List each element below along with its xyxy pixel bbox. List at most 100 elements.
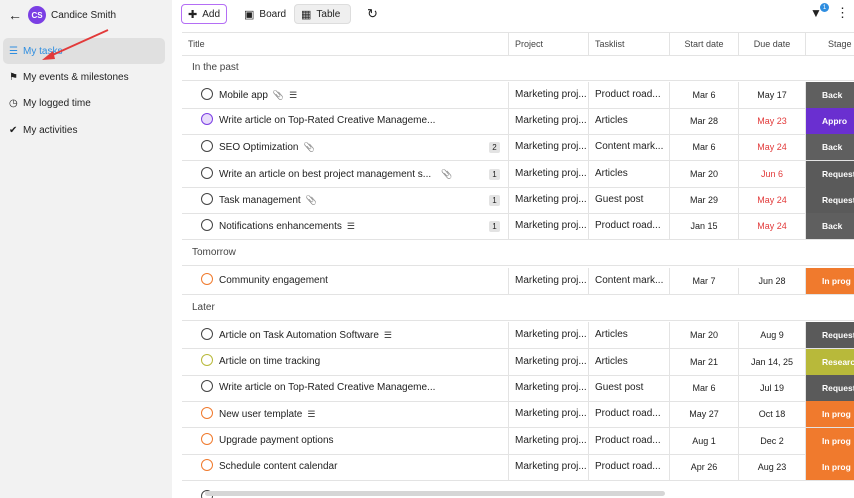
- cell-due-date[interactable]: Jul 19: [739, 375, 806, 401]
- cell-project[interactable]: Marketing proj...: [509, 428, 589, 454]
- cell-stage[interactable]: In prog: [806, 268, 854, 294]
- cell-stage[interactable]: Request: [806, 187, 854, 213]
- table-row[interactable]: New user template ☰ Marketing proj... Produ…: [182, 401, 854, 428]
- sidebar-item-my-activities[interactable]: ✔ My activities: [3, 117, 165, 143]
- cell-title[interactable]: Notifications enhancements ☰: [182, 213, 509, 239]
- task-checkbox[interactable]: [201, 380, 213, 393]
- cell-title[interactable]: Mobile app 📎 ☰: [182, 82, 509, 108]
- cell-project[interactable]: Marketing proj...: [509, 375, 589, 401]
- cell-start-date[interactable]: Mar 28: [670, 108, 739, 134]
- task-title[interactable]: Mobile app: [219, 90, 268, 101]
- cell-stage[interactable]: In prog: [806, 401, 854, 427]
- task-checkbox[interactable]: [201, 113, 213, 126]
- cell-due-date[interactable]: May 24: [739, 134, 806, 160]
- cell-project[interactable]: Marketing proj...: [509, 454, 589, 480]
- task-checkbox[interactable]: [201, 167, 213, 180]
- column-header-title[interactable]: Title: [182, 33, 509, 55]
- task-checkbox[interactable]: [201, 88, 213, 101]
- cell-due-date[interactable]: May 24: [739, 187, 806, 213]
- more-options-icon[interactable]: ⋮: [836, 5, 849, 21]
- cell-stage[interactable]: In prog: [806, 454, 854, 480]
- task-title[interactable]: SEO Optimization: [219, 142, 298, 153]
- column-header-tasklist[interactable]: Tasklist: [589, 33, 670, 55]
- table-row[interactable]: SEO Optimization 📎 2 Marketing proj... Conte…: [182, 134, 854, 161]
- cell-start-date[interactable]: Aug 1: [670, 428, 739, 454]
- cell-stage[interactable]: Research: [806, 349, 854, 375]
- cell-due-date[interactable]: Aug 9: [739, 322, 806, 348]
- cell-start-date[interactable]: Apr 26: [670, 454, 739, 480]
- cell-due-date[interactable]: May 24: [739, 213, 806, 239]
- cell-title[interactable]: Write an article on best project managem…: [182, 161, 509, 187]
- table-row[interactable]: Upgrade payment options Marketing proj...…: [182, 428, 854, 455]
- task-checkbox[interactable]: [201, 328, 213, 341]
- cell-tasklist[interactable]: Product road...: [589, 82, 670, 108]
- cell-due-date[interactable]: Aug 23: [739, 454, 806, 480]
- cell-start-date[interactable]: Mar 6: [670, 375, 739, 401]
- cell-title[interactable]: Schedule content calendar: [182, 454, 509, 480]
- cell-tasklist[interactable]: Articles: [589, 322, 670, 348]
- cell-project[interactable]: Marketing proj...: [509, 161, 589, 187]
- cell-stage[interactable]: Request: [806, 322, 854, 348]
- cell-title[interactable]: Upgrade payment options: [182, 428, 509, 454]
- cell-tasklist[interactable]: Guest post: [589, 375, 670, 401]
- column-header-project[interactable]: Project: [509, 33, 589, 55]
- table-row[interactable]: Community engagement Marketing proj... Con…: [182, 268, 854, 295]
- task-checkbox[interactable]: [201, 354, 213, 367]
- task-title[interactable]: Write article on Top-Rated Creative Mana…: [219, 115, 435, 126]
- table-row[interactable]: Write article on Top-Rated Creative Mana…: [182, 108, 854, 135]
- cell-due-date[interactable]: Jun 28: [739, 268, 806, 294]
- task-checkbox[interactable]: [201, 273, 213, 286]
- cell-title[interactable]: Article on Task Automation Software ☰: [182, 322, 509, 348]
- cell-stage[interactable]: Request: [806, 161, 854, 187]
- cell-start-date[interactable]: Mar 6: [670, 134, 739, 160]
- cell-title[interactable]: Task management 📎: [182, 187, 509, 213]
- cell-title[interactable]: New user template ☰: [182, 401, 509, 427]
- cell-due-date[interactable]: May 23: [739, 108, 806, 134]
- task-title[interactable]: Article on Task Automation Software: [219, 330, 379, 341]
- table-row[interactable]: Notifications enhancements ☰ 1 Marketing pr…: [182, 213, 854, 240]
- task-checkbox[interactable]: [201, 219, 213, 232]
- cell-due-date[interactable]: Jan 14, 25: [739, 349, 806, 375]
- column-header-stage[interactable]: Stage: [806, 33, 854, 55]
- cell-due-date[interactable]: Dec 2: [739, 428, 806, 454]
- cell-start-date[interactable]: May 27: [670, 401, 739, 427]
- column-header-due-date[interactable]: Due date: [739, 33, 806, 55]
- cell-start-date[interactable]: Jan 15: [670, 213, 739, 239]
- cell-stage[interactable]: Back: [806, 82, 854, 108]
- horizontal-scrollbar[interactable]: [205, 491, 665, 496]
- task-checkbox[interactable]: [201, 459, 213, 472]
- table-view-button[interactable]: ▦ Table: [294, 4, 351, 24]
- cell-tasklist[interactable]: Product road...: [589, 213, 670, 239]
- cell-project[interactable]: Marketing proj...: [509, 213, 589, 239]
- cell-title[interactable]: Write article on Top-Rated Creative Mana…: [182, 108, 509, 134]
- task-title[interactable]: Notifications enhancements: [219, 221, 342, 232]
- cell-tasklist[interactable]: Product road...: [589, 454, 670, 480]
- cell-project[interactable]: Marketing proj...: [509, 268, 589, 294]
- cell-start-date[interactable]: Mar 7: [670, 268, 739, 294]
- task-checkbox[interactable]: [201, 407, 213, 420]
- cell-due-date[interactable]: Oct 18: [739, 401, 806, 427]
- table-row[interactable]: Mobile app 📎 ☰ Marketing proj... Product roa…: [182, 82, 854, 109]
- cell-tasklist[interactable]: Product road...: [589, 428, 670, 454]
- cell-title[interactable]: Community engagement: [182, 268, 509, 294]
- table-row[interactable]: Write article on Top-Rated Creative Mana…: [182, 375, 854, 402]
- cell-tasklist[interactable]: Articles: [589, 349, 670, 375]
- cell-tasklist[interactable]: Product road...: [589, 401, 670, 427]
- table-row[interactable]: Article on Task Automation Software ☰ Mark…: [182, 322, 854, 349]
- cell-stage[interactable]: Request: [806, 375, 854, 401]
- table-row[interactable]: Schedule content calendar Marketing proj.…: [182, 454, 854, 481]
- board-view-button[interactable]: ▣ Board: [238, 4, 292, 24]
- task-title[interactable]: Schedule content calendar: [219, 461, 337, 472]
- cell-project[interactable]: Marketing proj...: [509, 322, 589, 348]
- cell-start-date[interactable]: Mar 20: [670, 161, 739, 187]
- table-row[interactable]: Write an article on best project managem…: [182, 161, 854, 188]
- task-checkbox[interactable]: [201, 193, 213, 206]
- cell-project[interactable]: Marketing proj...: [509, 349, 589, 375]
- task-title[interactable]: Community engagement: [219, 275, 328, 286]
- cell-project[interactable]: Marketing proj...: [509, 401, 589, 427]
- task-checkbox[interactable]: [201, 433, 213, 446]
- cell-project[interactable]: Marketing proj...: [509, 82, 589, 108]
- task-title[interactable]: Write article on Top-Rated Creative Mana…: [219, 382, 435, 393]
- cell-due-date[interactable]: Jun 6: [739, 161, 806, 187]
- cell-stage[interactable]: Appro: [806, 108, 854, 134]
